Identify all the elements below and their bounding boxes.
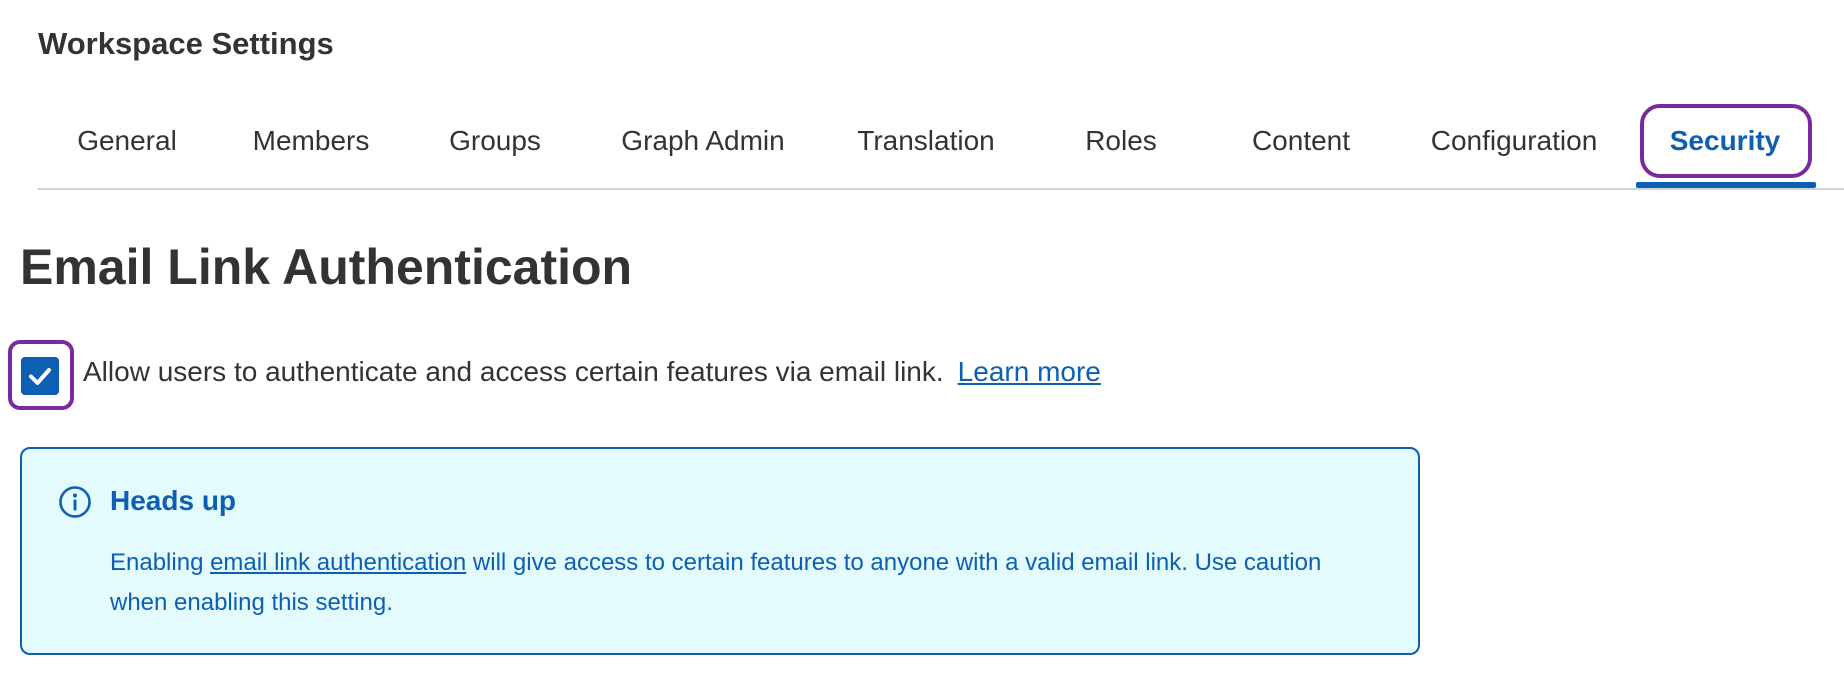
tab-general[interactable]: General	[77, 100, 177, 190]
email-link-authentication-link[interactable]: email link authentication	[210, 549, 466, 576]
section-heading: Email Link Authentication	[20, 239, 633, 295]
info-icon	[59, 486, 91, 518]
email-link-auth-label: Allow users to authenticate and access c…	[83, 356, 944, 387]
tab-roles[interactable]: Roles	[1085, 100, 1157, 190]
tab-groups[interactable]: Groups	[449, 100, 541, 190]
tab-configuration[interactable]: Configuration	[1431, 100, 1598, 190]
tab-content[interactable]: Content	[1252, 100, 1350, 190]
tab-members[interactable]: Members	[253, 100, 370, 190]
heads-up-alert: Heads up Enabling email link authenticat…	[20, 447, 1420, 655]
alert-body-prefix: Enabling	[110, 549, 211, 576]
email-link-auth-option: Allow users to authenticate and access c…	[83, 356, 1101, 388]
settings-tab-bar: General Members Groups Graph Admin Trans…	[38, 100, 1844, 190]
tab-security[interactable]: Security	[1670, 100, 1781, 190]
learn-more-link[interactable]: Learn more	[958, 356, 1101, 387]
active-tab-indicator	[1636, 182, 1816, 188]
page-title: Workspace Settings	[38, 26, 334, 61]
alert-body: Enabling email link authentication will …	[110, 543, 1370, 623]
tab-translation[interactable]: Translation	[857, 100, 994, 190]
alert-title: Heads up	[110, 485, 237, 516]
email-link-auth-checkbox[interactable]	[21, 357, 59, 395]
tab-graph-admin[interactable]: Graph Admin	[621, 100, 784, 190]
checkmark-icon	[29, 368, 51, 385]
